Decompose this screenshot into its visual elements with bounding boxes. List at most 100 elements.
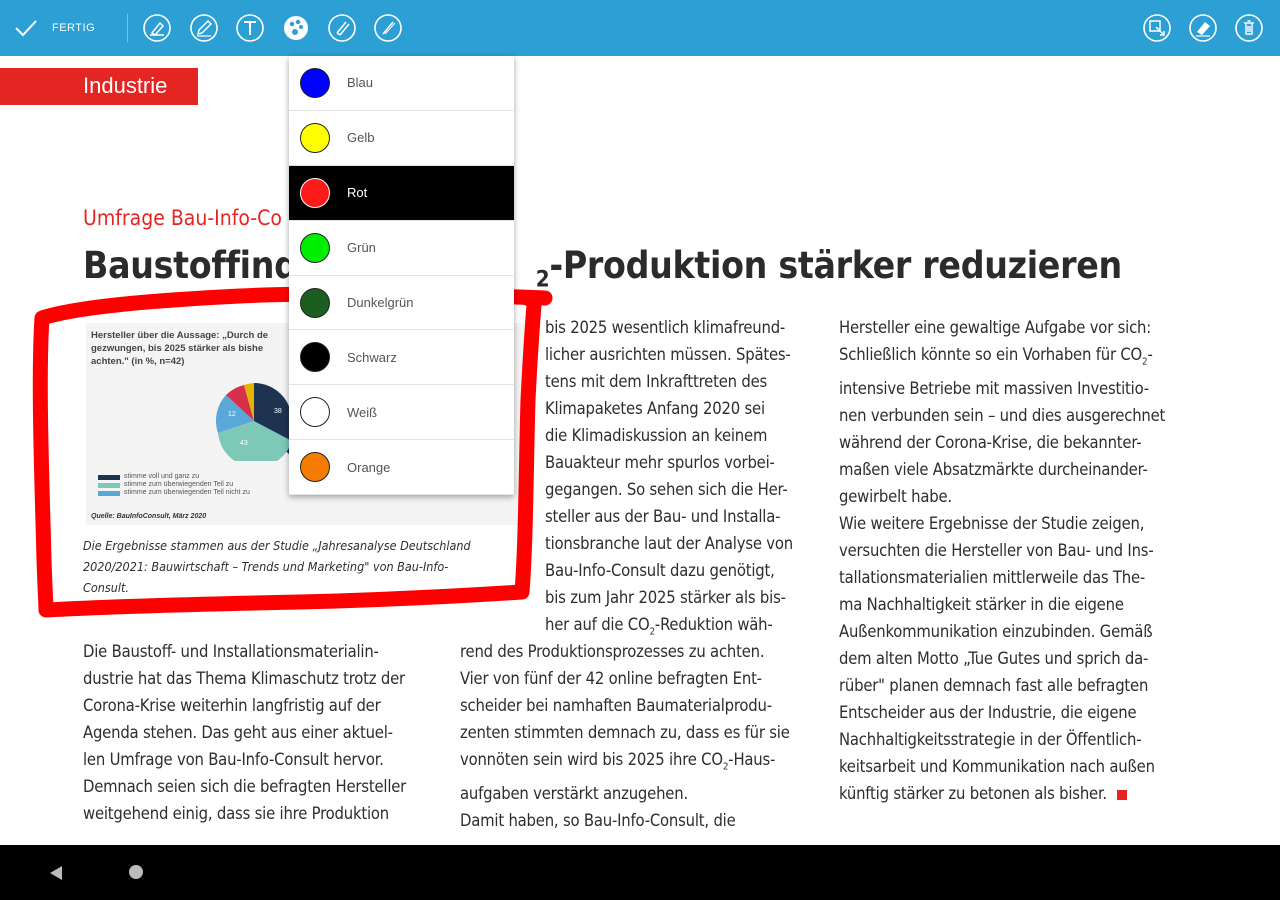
text-line: Wie weitere Ergebnisse der Studie zeigen…: [839, 514, 1145, 534]
eraser-button[interactable]: [1188, 13, 1218, 43]
eraser-icon: [1189, 14, 1217, 42]
text-line: Außenkommunikation einzubinden. Gemäß: [839, 622, 1153, 642]
chart-source: Quelle: BauInfoConsult, März 2020: [91, 513, 207, 520]
text-line: ma Nachhaltigkeit stärker in die eigene: [839, 595, 1124, 615]
color-option-dunkelgrün[interactable]: Dunkelgrün: [289, 276, 514, 331]
headline-part-2: -Produktion stärker reduzieren: [549, 244, 1122, 287]
chart-question-line: achten." (in %, n=42): [91, 356, 185, 367]
caption-line: Consult.: [83, 580, 129, 595]
color-option-label: Orange: [347, 459, 391, 475]
article-column-2-bottom: rend des Produktionsprozesses zu achten.…: [460, 638, 790, 834]
color-option-label: Gelb: [347, 130, 375, 146]
color-palette-icon: [284, 16, 308, 40]
text-line: tens mit dem Inkrafttreten des: [545, 372, 768, 391]
color-option-label: Rot: [347, 185, 368, 201]
text-line: intensive Betriebe mit massiven Investit…: [839, 379, 1149, 399]
text-line: tionsbranche laut der Analyse von: [545, 534, 793, 553]
color-option-label: Schwarz: [347, 349, 397, 365]
color-option-label: Weiß: [347, 404, 378, 420]
marker-icon: [328, 14, 356, 42]
text-line: licher ausrichten müssen. Spätes-: [545, 345, 791, 364]
text-line: Nachhaltigkeitsstrategie in der Öffentli…: [839, 730, 1142, 750]
color-option-grün[interactable]: Grün: [289, 221, 514, 276]
chart-question-line: gezwungen, bis 2025 stärker als bishe: [91, 343, 264, 354]
article-kicker: Umfrage Bau-Info-Co: [83, 206, 282, 230]
legend-item: stimme zum überwiegenden Teil nicht zu: [98, 489, 250, 497]
text-line: nen verbunden sein – und dies ausgerechn…: [839, 406, 1166, 426]
text-line: künftig stärker zu betonen als bisher.: [839, 784, 1107, 804]
marker-tool-button[interactable]: [327, 13, 357, 43]
color-option-weiß[interactable]: Weiß: [289, 385, 514, 441]
section-label: Industrie: [83, 73, 168, 98]
done-button[interactable]: FERTIG: [14, 10, 95, 46]
text-line: Vier von fünf der 42 online befragten En…: [460, 669, 762, 688]
text-line: bis zum Jahr 2025 stärker als bis-: [545, 588, 786, 607]
article-column-2-top: bis 2025 wesentlich klimafreund-licher a…: [545, 314, 793, 611]
pie-label: 12: [228, 411, 236, 418]
caption-line: Die Ergebnisse stammen aus der Studie „J…: [83, 538, 471, 553]
toolbar-divider: [127, 14, 128, 42]
text-line: die Klimadiskussion an keinem: [545, 426, 768, 445]
color-option-schwarz[interactable]: Schwarz: [289, 330, 514, 386]
checkmark-icon: [15, 20, 37, 37]
color-swatch: [300, 287, 330, 318]
legend-item: stimme voll und ganz zu: [98, 473, 250, 481]
color-option-label: Grün: [347, 240, 376, 256]
color-swatch: [300, 177, 330, 208]
color-swatch: [300, 397, 330, 428]
section-tag: Industrie: [0, 68, 198, 105]
text-line: dustrie hat das Thema Klimaschutz trotz …: [83, 669, 405, 688]
end-of-article-marker: [1116, 789, 1127, 800]
pie-label: 38: [274, 408, 282, 415]
text-run: vonnöten sein wird bis 2025 ihre CO: [460, 750, 723, 769]
headline-part-1: Baustoffind: [83, 244, 298, 287]
color-option-gelb[interactable]: Gelb: [289, 111, 514, 166]
text-line: keitsarbeit und Kommunikation nach außen: [839, 757, 1155, 777]
highlighter-tool-button[interactable]: [142, 13, 172, 43]
text-line: Bauakteur mehr spurlos vorbei-: [545, 453, 775, 472]
text-tool-button[interactable]: [235, 13, 265, 43]
text-line: dem alten Motto „Tue Gutes und sprich da…: [839, 649, 1149, 669]
color-swatch: [300, 232, 330, 263]
color-tool-button[interactable]: [281, 13, 311, 43]
system-navigation-bar: [0, 845, 1280, 900]
text-line: tallationsmaterialien mittlerweile das T…: [839, 568, 1146, 588]
color-option-rot[interactable]: Rot: [289, 165, 514, 221]
back-icon[interactable]: [48, 865, 64, 881]
text-line: gewirbelt habe.: [839, 487, 952, 507]
select-annotation-icon: [1143, 14, 1171, 42]
select-annotation-button[interactable]: [1142, 13, 1172, 43]
text-line: Corona-Krise weiterhin langfristig auf d…: [83, 696, 381, 715]
text-run: -Haus-: [728, 750, 776, 769]
text-line: rüber" planen demnach fast alle befragte…: [839, 676, 1149, 696]
text-run: -Reduktion wäh-: [654, 615, 773, 634]
color-option-label: Dunkelgrün: [347, 295, 414, 310]
color-option-orange[interactable]: Orange: [289, 440, 514, 496]
text-run: -: [1147, 345, 1153, 364]
pencil-tool-button[interactable]: [373, 13, 403, 43]
chart-question-line: Hersteller über die Aussage: „Durch de: [91, 330, 269, 341]
legend-label: stimme zum überwiegenden Teil nicht zu: [124, 489, 250, 496]
article-column-3: Hersteller eine gewaltige Aufgabe vor si…: [839, 314, 1165, 807]
legend-label: stimme voll und ganz zu: [124, 473, 200, 480]
headline-subscript: 2: [535, 266, 550, 293]
text-line: Damit haben, so Bau-Info-Consult, die: [460, 811, 736, 831]
text-line: len Umfrage von Bau-Info-Consult hervor.: [83, 750, 384, 769]
text-line: gegangen. So sehen sich die Her-: [545, 480, 788, 499]
home-icon[interactable]: [129, 865, 143, 879]
chart-legend: stimme voll und ganz zu stimme zum überw…: [98, 473, 250, 497]
text-line: aufgaben verstärkt anzugehen.: [460, 784, 688, 804]
delete-button[interactable]: [1234, 13, 1264, 43]
article-headline: Baustoffind 2-Produktion stärker reduzier…: [83, 244, 1122, 292]
annotation-toolbar: FERTIG: [0, 0, 1280, 56]
color-swatch: [300, 67, 330, 98]
text-run: Schließlich könnte so ein Vorhaben für C…: [839, 345, 1143, 364]
done-label: FERTIG: [52, 22, 96, 34]
pen-tool-button[interactable]: [189, 13, 219, 43]
color-option-blau[interactable]: Blau: [289, 56, 514, 111]
text-line: Klimapaketes Anfang 2020 sei: [545, 399, 765, 418]
caption-line: 2020/2021: Bauwirtschaft – Trends und Ma…: [83, 559, 449, 574]
text-line: während der Corona-Krise, die bekannter-: [839, 433, 1142, 453]
text-line: scheider bei namhaften Baumaterialprodu-: [460, 696, 772, 715]
color-swatch: [300, 342, 330, 373]
